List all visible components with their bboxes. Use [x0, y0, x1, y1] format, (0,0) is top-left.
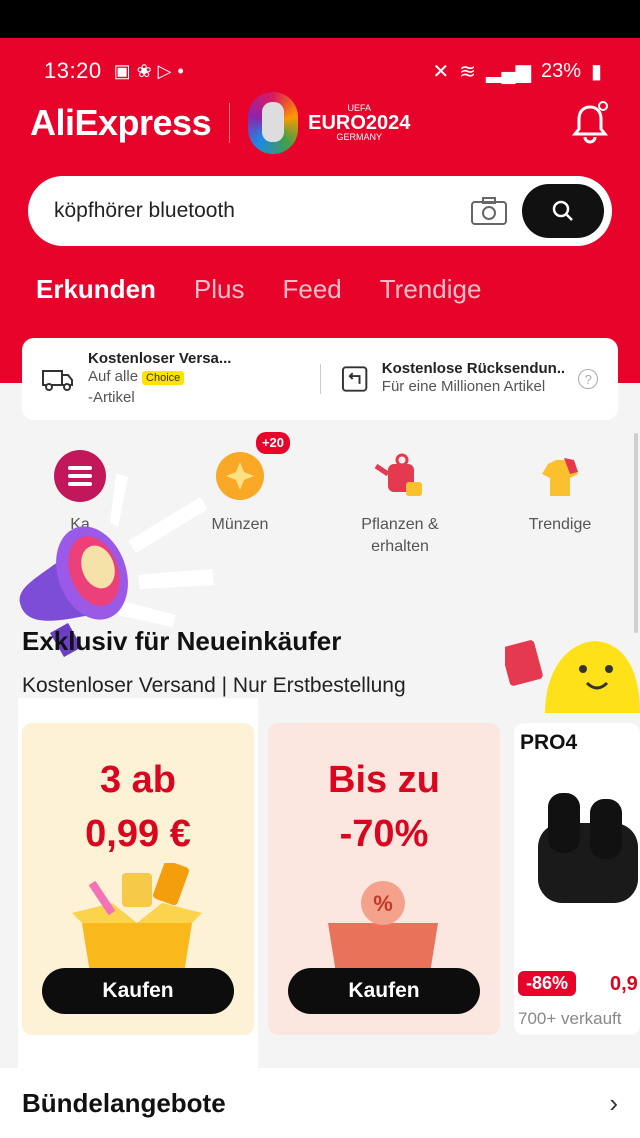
free-returns-title: Kostenlose Rücksendun... — [381, 360, 565, 378]
search-icon — [552, 200, 573, 221]
search-button[interactable] — [522, 184, 604, 238]
wifi-icon: ≋ — [459, 60, 477, 83]
play-icon: ▷ — [157, 60, 172, 81]
tab-feed[interactable]: Feed — [283, 274, 342, 305]
search-bar[interactable]: köpfhörer bluetooth — [28, 176, 612, 246]
battery-icon: ▮ — [590, 60, 602, 83]
sold-count: 700+ verkauft — [518, 1009, 622, 1028]
section-title: Exklusiv für Neueinkäufer — [22, 626, 342, 656]
choice-badge: Choice — [142, 371, 185, 386]
dot-icon: • — [177, 60, 184, 81]
product-title: PRO4 — [520, 731, 578, 754]
gift-box-icon — [72, 863, 202, 973]
help-icon[interactable]: ? — [578, 369, 598, 389]
bundle-section-header[interactable]: Bündelangebote › — [0, 1068, 640, 1138]
free-shipping-benefit[interactable]: Kostenloser Versa... Auf alle Choice -Arti… — [42, 350, 300, 408]
watering-can-icon — [372, 448, 428, 504]
aliexpress-logo[interactable]: AliExpress — [30, 102, 212, 144]
mascot-icon — [505, 640, 640, 713]
tab-trendige[interactable]: Trendige — [380, 274, 482, 305]
product-card[interactable]: PRO4 -86% 0,9 700+ verkauft — [514, 723, 640, 1035]
free-returns-benefit[interactable]: Kostenlose Rücksendun... Für eine Millio… — [341, 360, 598, 397]
shirt-icon — [532, 448, 588, 504]
truck-icon — [42, 370, 73, 391]
earbuds-image — [538, 793, 638, 903]
category-item[interactable]: Trendige — [480, 448, 640, 559]
offer-card[interactable]: 3 ab 0,99 € Kaufen — [22, 723, 254, 1035]
return-icon — [341, 366, 367, 392]
chevron-right-icon[interactable]: › — [609, 1088, 618, 1119]
bundle-title: Bündelangebote — [22, 1087, 226, 1118]
offer-card[interactable]: Bis zu -70% % Kaufen — [268, 723, 500, 1035]
discount-box-icon: % — [328, 881, 438, 973]
paw-icon: ❀ — [136, 60, 152, 81]
signal-icon: ▂▄▆ — [486, 60, 531, 83]
battery-level: 23% — [540, 59, 581, 82]
svg-text:%: % — [373, 891, 393, 916]
divider — [319, 364, 321, 394]
category-item[interactable]: Pflanzen & erhalten — [320, 448, 480, 559]
top-tabs: Erkunden Plus Feed Trendige — [36, 274, 481, 305]
divider — [229, 103, 231, 143]
benefits-strip[interactable]: Kostenloser Versa... Auf alle Choice -Arti… — [22, 338, 618, 420]
coin-icon: +20 — [212, 432, 290, 504]
notification-dot — [598, 101, 608, 111]
discount-badge: -86% — [518, 971, 577, 996]
mute-icon: ✕ — [432, 60, 450, 83]
status-bar: 13:20 ▣ ❀ ▷ • ✕ ≋ ▂▄▆ 23% ▮ — [44, 58, 602, 84]
euro-trophy-icon — [248, 92, 299, 154]
search-input[interactable]: köpfhörer bluetooth — [54, 199, 470, 223]
camera-search-icon[interactable] — [470, 196, 508, 226]
scrollbar[interactable] — [634, 433, 638, 633]
tab-erkunden[interactable]: Erkunden — [36, 274, 156, 305]
tab-plus[interactable]: Plus — [194, 274, 245, 305]
status-time: 13:20 — [44, 58, 102, 83]
euro2024-badge[interactable]: UEFA EURO2024 GERMANY — [308, 104, 410, 142]
product-price: 0,9 — [610, 973, 638, 995]
coin-badge: +20 — [255, 432, 290, 455]
logo-row: AliExpress UEFA EURO2024 GERMANY — [30, 88, 610, 158]
free-shipping-title: Kostenloser Versa... — [88, 350, 232, 368]
buy-button[interactable]: Kaufen — [42, 968, 234, 1014]
screenshot-icon: ▣ — [113, 60, 131, 81]
notification-bell-icon[interactable] — [570, 101, 610, 145]
section-subtitle: Kostenloser Versand | Nur Erstbestellung — [22, 674, 406, 697]
buy-button[interactable]: Kaufen — [288, 968, 480, 1014]
app-screen: 13:20 ▣ ❀ ▷ • ✕ ≋ ▂▄▆ 23% ▮ AliExpress U… — [0, 38, 640, 1138]
